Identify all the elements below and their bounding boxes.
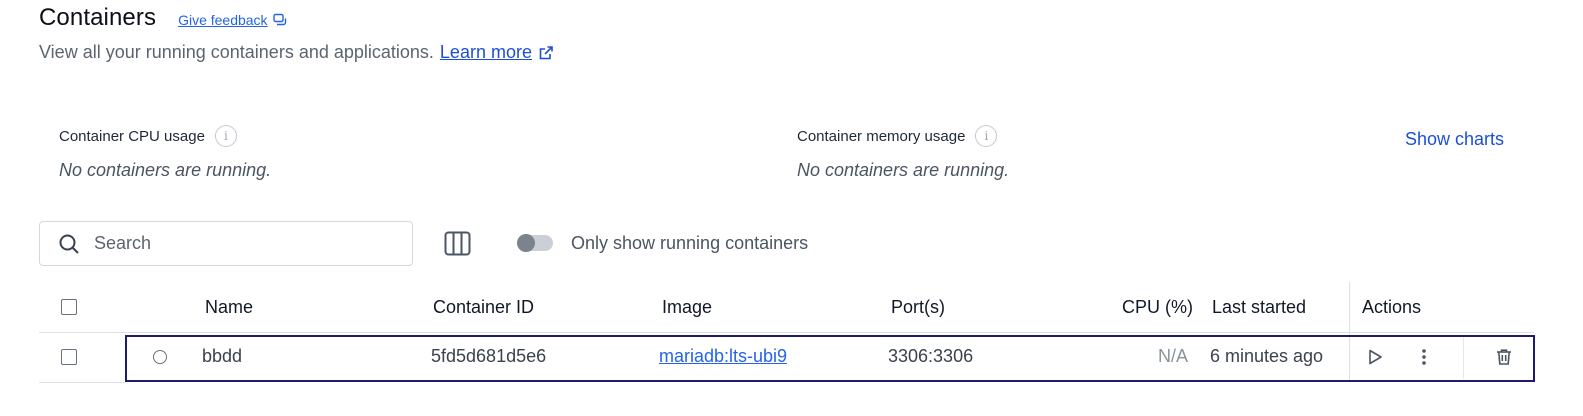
page-subtitle: View all your running containers and app…: [39, 42, 554, 63]
container-ports: 3306:3306: [888, 346, 974, 366]
more-actions-button[interactable]: [1411, 344, 1437, 370]
external-link-icon: [539, 45, 553, 59]
column-header-image[interactable]: Image: [662, 297, 712, 318]
container-id: 5fd5d681d5e6: [431, 346, 547, 366]
cpu-usage-panel: Container CPU usage i No containers are …: [59, 125, 271, 181]
running-only-toggle[interactable]: [517, 234, 553, 252]
row-divider: [39, 382, 125, 383]
search-box[interactable]: [39, 221, 413, 266]
container-cpu: N/A: [1158, 346, 1189, 366]
column-header-container-id[interactable]: Container ID: [433, 297, 534, 318]
feedback-icon: [272, 13, 286, 26]
memory-usage-panel: Container memory usage i No containers a…: [797, 125, 1009, 181]
delete-button[interactable]: [1491, 344, 1517, 370]
running-only-label: Only show running containers: [571, 233, 809, 253]
give-feedback-label: Give feedback: [178, 12, 268, 28]
memory-usage-empty: No containers are running.: [797, 160, 1010, 180]
show-charts-button[interactable]: Show charts: [1405, 129, 1504, 150]
trash-icon: [1497, 349, 1511, 365]
column-header-cpu[interactable]: CPU (%): [1122, 297, 1193, 318]
actions-separator: [1463, 337, 1464, 379]
page-header: Containers Give feedback: [39, 4, 287, 32]
cpu-usage-label: Container CPU usage: [59, 127, 205, 145]
search-icon: [59, 234, 79, 254]
columns-button[interactable]: [444, 231, 471, 256]
row-checkbox[interactable]: [61, 349, 77, 365]
table-header-divider: [39, 332, 1534, 333]
more-vertical-icon: [1422, 349, 1426, 365]
container-status-indicator: [153, 350, 167, 364]
info-icon[interactable]: i: [214, 125, 237, 147]
learn-more-label: Learn more: [439, 42, 532, 62]
play-icon: [1369, 349, 1382, 365]
toggle-knob: [517, 234, 535, 252]
learn-more-link[interactable]: Learn more: [440, 42, 554, 63]
table-row[interactable]: [125, 335, 1535, 382]
column-header-actions: Actions: [1362, 297, 1422, 317]
column-header-last-started[interactable]: Last started: [1212, 297, 1306, 318]
start-button[interactable]: [1362, 344, 1388, 370]
info-icon[interactable]: i: [975, 125, 998, 147]
container-image-link[interactable]: mariadb:lts-ubi9: [659, 346, 787, 367]
page-title: Containers: [39, 4, 157, 31]
memory-usage-label: Container memory usage: [797, 127, 966, 145]
give-feedback-link[interactable]: Give feedback: [178, 12, 287, 28]
subtitle-text: View all your running containers and app…: [39, 42, 434, 62]
search-input[interactable]: [94, 233, 374, 254]
columns-icon: [444, 231, 471, 256]
container-last-started: 6 minutes ago: [1210, 346, 1324, 366]
cpu-usage-empty: No containers are running.: [59, 160, 272, 180]
column-header-name[interactable]: Name: [205, 297, 253, 318]
select-all-checkbox[interactable]: [61, 299, 77, 315]
column-header-ports[interactable]: Port(s): [891, 297, 945, 318]
container-name[interactable]: bbdd: [202, 346, 242, 367]
